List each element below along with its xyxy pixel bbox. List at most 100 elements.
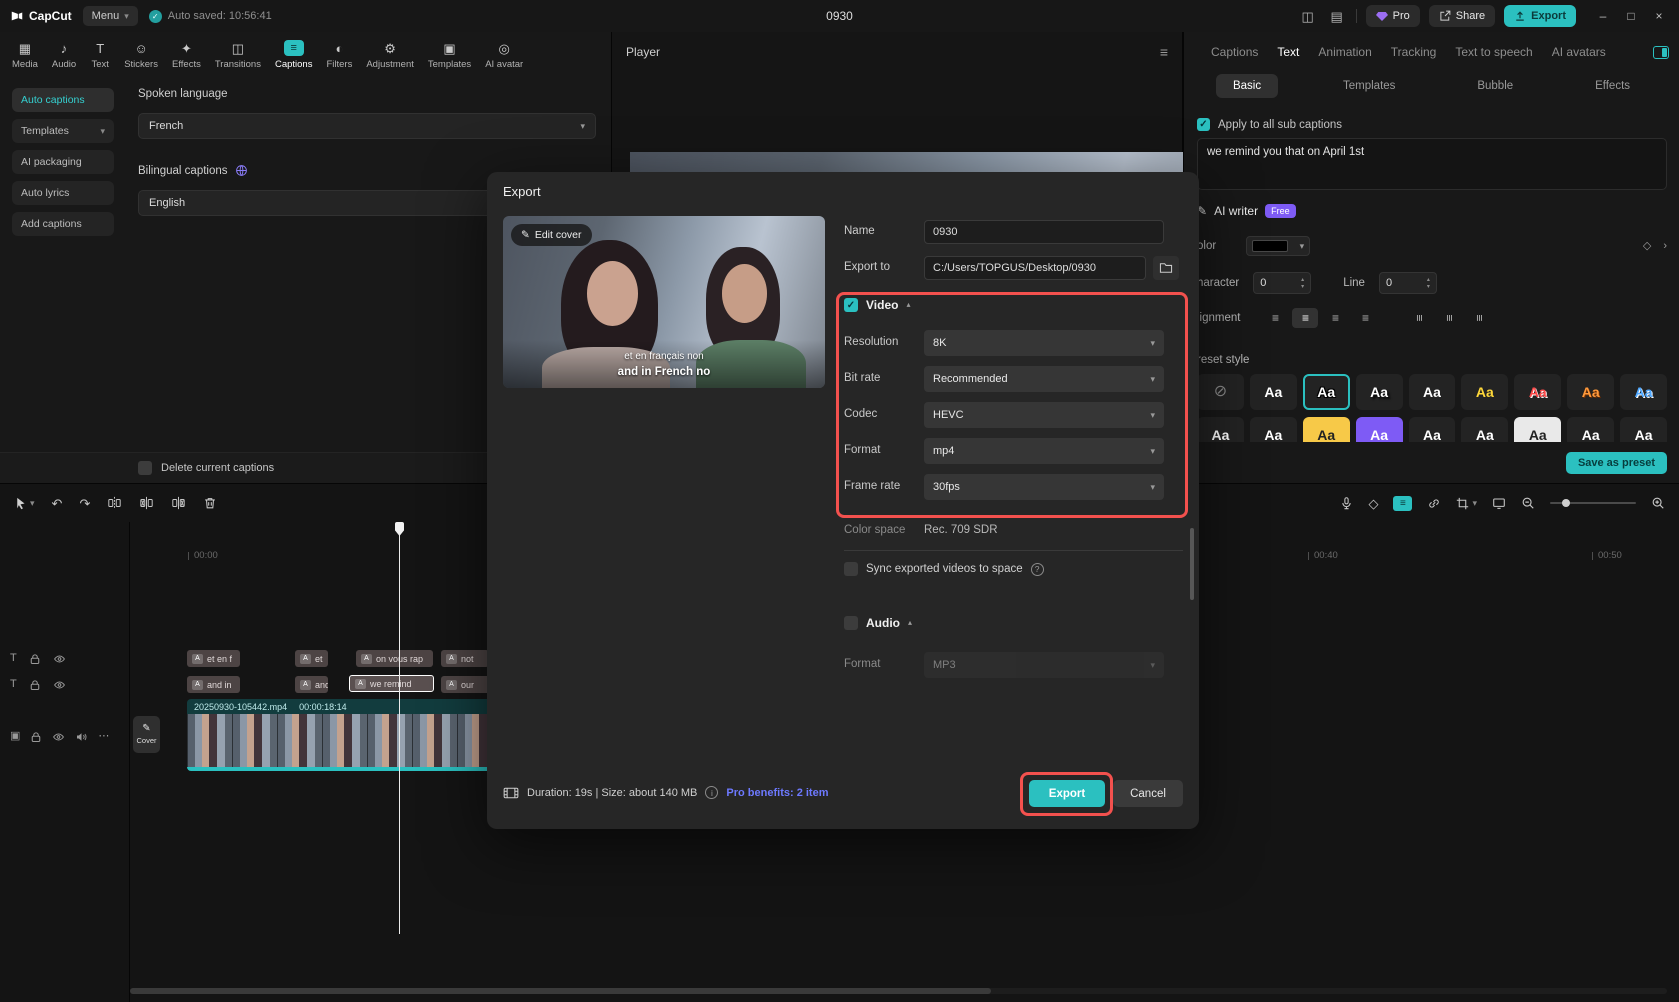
tab-text[interactable]: T Text	[83, 40, 117, 71]
line-spacing-stepper[interactable]: 0 ▴ ▾	[1378, 272, 1437, 294]
preset-style-tile[interactable]: Aa	[1408, 417, 1456, 442]
lock-icon[interactable]	[30, 731, 42, 743]
export-confirm-button[interactable]: Export	[1029, 780, 1105, 807]
preset-style-tile[interactable]: Aa	[1197, 417, 1244, 442]
zoom-out-icon[interactable]	[1521, 496, 1535, 510]
timeline-scrollbar-thumb[interactable]	[130, 988, 991, 994]
subtab-effects[interactable]: Effects	[1578, 74, 1647, 98]
sidebar-item-auto-lyrics[interactable]: Auto lyrics	[12, 181, 114, 205]
eye-icon[interactable]	[53, 653, 66, 665]
preset-style-tile[interactable]: Aa	[1620, 374, 1667, 410]
caption-clip[interactable]: Aand in	[187, 676, 240, 693]
keyframe-icon[interactable]: ◇	[1368, 497, 1378, 510]
caption-clip[interactable]: Aand	[295, 676, 328, 693]
link-icon[interactable]	[1427, 497, 1441, 510]
stepper-up-icon[interactable]: ▴	[1427, 277, 1430, 283]
preset-style-tile[interactable]: Aa	[1461, 374, 1509, 410]
help-icon[interactable]: ?	[1030, 562, 1044, 576]
valign-top-icon[interactable]: ≡	[1412, 314, 1426, 321]
export-name-input[interactable]	[924, 220, 1164, 244]
align-left-icon[interactable]: ≡	[1262, 308, 1288, 328]
align-justify-icon[interactable]: ≡	[1352, 308, 1378, 328]
cancel-button[interactable]: Cancel	[1113, 780, 1183, 807]
zoom-slider[interactable]	[1550, 499, 1636, 507]
preset-style-tile[interactable]: Aa	[1567, 417, 1615, 442]
player-menu-icon[interactable]: ≡	[1160, 45, 1168, 59]
apply-all-row[interactable]: ✓ Apply to all sub captions	[1197, 118, 1342, 131]
preset-style-tile[interactable]: Aa	[1514, 374, 1562, 410]
collapse-section-icon[interactable]: ▴	[908, 619, 912, 627]
timeline-scrollbar[interactable]	[130, 988, 1667, 994]
panel-layout-icon[interactable]: ▤	[1327, 7, 1347, 25]
browse-folder-button[interactable]	[1153, 256, 1179, 280]
eye-icon[interactable]	[52, 731, 65, 743]
collapse-section-icon[interactable]: ▴	[906, 301, 910, 309]
pro-button[interactable]: Pro	[1365, 5, 1420, 27]
delete-left-icon[interactable]	[139, 496, 154, 510]
stepper-arrows[interactable]: ▴ ▾	[1301, 277, 1304, 290]
preset-style-tile[interactable]: Aa	[1355, 417, 1403, 442]
video-section-checkbox[interactable]: ✓	[844, 298, 858, 312]
zoom-slider-handle[interactable]	[1562, 499, 1570, 507]
sidebar-item-auto-captions[interactable]: Auto captions	[12, 88, 114, 112]
tab-tracking[interactable]: Tracking	[1391, 45, 1437, 59]
tab-templates[interactable]: ▣ Templates	[421, 40, 478, 71]
caption-clip[interactable]: Aet en f	[187, 650, 240, 667]
valign-middle-icon[interactable]: ≡	[1442, 314, 1456, 321]
preset-style-tile[interactable]: Aa	[1461, 417, 1509, 442]
save-as-preset-button[interactable]: Save as preset	[1565, 452, 1667, 474]
stepper-down-icon[interactable]: ▾	[1301, 284, 1304, 290]
resolution-select[interactable]: 8K ▾	[924, 330, 1164, 356]
sync-space-checkbox[interactable]	[844, 562, 858, 576]
share-button[interactable]: Share	[1428, 5, 1496, 27]
caption-clip-selected[interactable]: Awe remind	[349, 675, 434, 692]
export-button-titlebar[interactable]: Export	[1504, 5, 1576, 27]
format-select[interactable]: mp4 ▾	[924, 438, 1164, 464]
sync-space-row[interactable]: Sync exported videos to space ?	[844, 562, 1044, 576]
delete-icon[interactable]	[203, 496, 217, 510]
tab-effects[interactable]: ✦ Effects	[165, 40, 208, 71]
preset-style-tile[interactable]: Aa	[1514, 417, 1562, 442]
tab-ai-avatars[interactable]: AI avatars	[1552, 45, 1606, 59]
preset-style-tile[interactable]: Aa	[1620, 417, 1667, 442]
caption-clip[interactable]: Anot	[441, 650, 489, 667]
bitrate-select[interactable]: Recommended ▾	[924, 366, 1164, 392]
delete-right-icon[interactable]	[171, 496, 186, 510]
delete-captions-checkbox[interactable]	[138, 461, 152, 475]
character-spacing-stepper[interactable]: 0 ▴ ▾	[1253, 272, 1312, 294]
select-tool[interactable]: ▾	[14, 497, 35, 510]
playhead[interactable]	[395, 522, 404, 934]
close-button[interactable]: ×	[1645, 3, 1673, 29]
subtab-basic[interactable]: Basic	[1215, 74, 1279, 98]
color-select[interactable]: ▾	[1246, 236, 1311, 256]
apply-all-checkbox[interactable]: ✓	[1197, 118, 1210, 131]
mic-icon[interactable]	[1340, 496, 1353, 510]
undo-icon[interactable]: ↶	[52, 497, 63, 510]
redo-icon[interactable]: ↷	[79, 497, 90, 510]
codec-select[interactable]: HEVC ▾	[924, 402, 1164, 428]
tab-text[interactable]: Text	[1277, 45, 1299, 59]
menu-button[interactable]: Menu ▾	[82, 6, 138, 26]
subtab-templates[interactable]: Templates	[1326, 74, 1412, 98]
tab-media[interactable]: ▦ Media	[5, 40, 45, 71]
audio-section-checkbox[interactable]	[844, 616, 858, 630]
expand-section-icon[interactable]: ›	[1663, 240, 1667, 252]
spoken-language-select[interactable]: French ▾	[138, 113, 596, 139]
sidebar-item-templates[interactable]: Templates ▾	[12, 119, 114, 143]
tab-captions[interactable]: ≡ Captions	[268, 40, 320, 70]
tab-captions[interactable]: Captions	[1211, 45, 1258, 59]
minimize-button[interactable]: –	[1589, 3, 1617, 29]
caption-clip[interactable]: Aon vous rap	[356, 650, 433, 667]
smart-captions-icon[interactable]: ≡	[1393, 495, 1413, 511]
maximize-button[interactable]: □	[1617, 3, 1645, 29]
tab-adjustment[interactable]: ⚙ Adjustment	[359, 40, 421, 71]
preset-style-none[interactable]: ⊘	[1197, 374, 1244, 410]
pro-benefits-link[interactable]: Pro benefits: 2 item	[726, 787, 828, 799]
preset-style-tile[interactable]: Aa	[1249, 417, 1297, 442]
tab-animation[interactable]: Animation	[1318, 45, 1371, 59]
caption-text-input[interactable]: we remind you that on April 1st	[1197, 138, 1667, 190]
preview-display-icon[interactable]	[1492, 497, 1506, 510]
preset-style-tile[interactable]: Aa	[1302, 417, 1350, 442]
edit-cover-button[interactable]: ✎ Edit cover	[511, 224, 592, 246]
valign-bottom-icon[interactable]: ≡	[1472, 314, 1486, 321]
